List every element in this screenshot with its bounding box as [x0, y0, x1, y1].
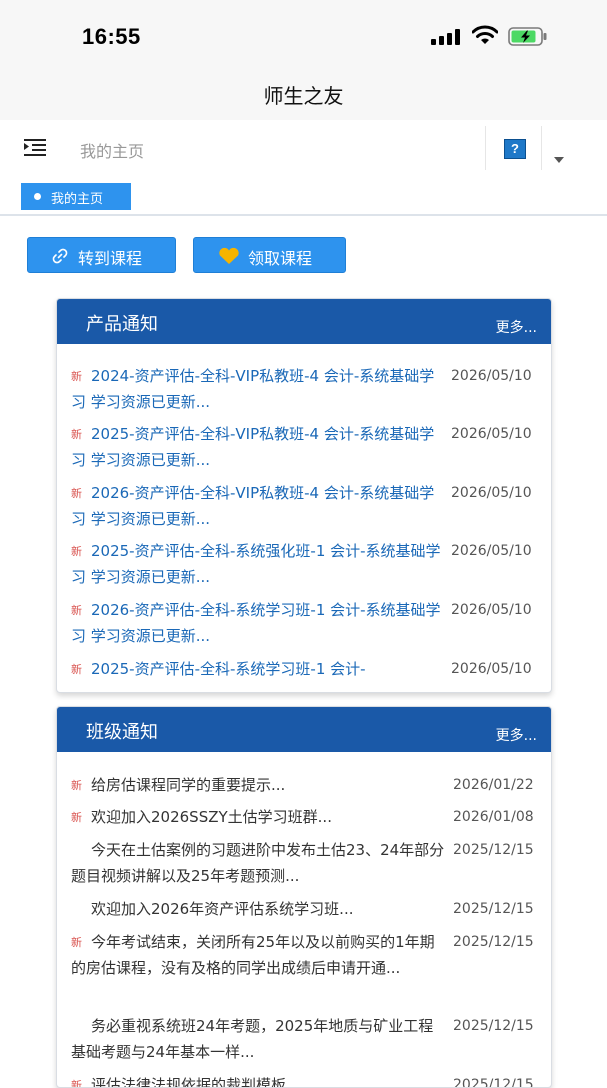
notice-item-date: 2026/05/10: [451, 426, 532, 442]
goto-course-button[interactable]: 转到课程: [27, 237, 176, 273]
notice-item-text[interactable]: 欢迎加入2026年资产评估系统学习班...: [71, 896, 445, 922]
new-badge: 新: [71, 370, 82, 383]
goto-course-label: 转到课程: [78, 249, 143, 268]
signal-icon: [431, 29, 463, 45]
tab-label: 我的主页: [51, 192, 104, 207]
notice-item-text[interactable]: 评估法律法规依据的裁判模板: [71, 1072, 445, 1087]
notice-item[interactable]: 新 2024-资产评估-全科-VIP私教班-4 会计-系统基础学习 学习资源已更…: [71, 363, 541, 415]
new-badge: 新: [71, 811, 82, 824]
new-badge: 新: [71, 663, 82, 676]
notice-item-text[interactable]: 2025-资产评估-全科-系统强化班-1 会计-系统基础学习 学习资源已更新..…: [71, 538, 445, 590]
class-notice-title: 班级通知: [86, 722, 158, 743]
notice-item-date: 2026/05/10: [451, 485, 532, 501]
notice-item-date: 2026/05/10: [451, 543, 532, 559]
link-icon: [52, 248, 68, 264]
menu-toggle-icon[interactable]: [24, 138, 46, 156]
new-badge: 新: [71, 428, 82, 441]
heart-icon: [219, 247, 239, 264]
new-badge: 新: [71, 779, 82, 792]
wifi-icon: [472, 25, 498, 44]
app-title-bar: 师生之友: [0, 72, 607, 120]
notice-item-text[interactable]: 2026-资产评估-全科-系统学习班-1 会计-系统基础学习 学习资源已更新..…: [71, 597, 445, 649]
notice-item-date: 2026/01/22: [453, 777, 534, 793]
notice-item-date: 2026/05/10: [451, 661, 532, 677]
get-course-button[interactable]: 领取课程: [193, 237, 346, 273]
nav-title: 我的主页: [80, 142, 145, 161]
notice-item-date: 2025/12/15: [453, 934, 534, 950]
tab-dot-icon: [34, 193, 41, 200]
notice-item-text[interactable]: 2025-资产评估-全科-VIP私教班-4 会计-系统基础学习 学习资源已更新.…: [71, 421, 445, 473]
notice-item-text[interactable]: 2024-资产评估-全科-VIP私教班-4 会计-系统基础学习 学习资源已更新.…: [71, 363, 445, 415]
new-badge: 新: [71, 604, 82, 617]
question-icon[interactable]: ?: [504, 139, 526, 159]
notice-item[interactable]: 新 2026-资产评估-全科-系统学习班-1 会计-系统基础学习 学习资源已更新…: [71, 597, 541, 649]
new-badge: 新: [71, 1079, 82, 1088]
top-nav: 我的主页 ?: [0, 120, 607, 177]
tab-bar: 我的主页: [0, 176, 607, 216]
new-badge: 新: [71, 487, 82, 500]
notice-item[interactable]: 欢迎加入2026年资产评估系统学习班... 2025/12/15: [71, 896, 541, 922]
notice-item[interactable]: 新 2025-资产评估-全科-系统学习班-1 会计- 2026/05/10: [71, 656, 541, 682]
notice-item-date: 2025/12/15: [453, 901, 534, 917]
notice-item-date: 2026/05/10: [451, 368, 532, 384]
notice-item-date: 2026/05/10: [451, 602, 532, 618]
notice-item[interactable]: 新 给房估课程同学的重要提示... 2026/01/22: [71, 772, 541, 798]
notice-item[interactable]: 务必重视系统班24年考题，2025年地质与矿业工程基础考题与24年基本一样...…: [71, 1013, 541, 1065]
notice-item[interactable]: 新 今年考试结束，关闭所有25年以及以前购买的1年期的房估课程，没有及格的同学出…: [71, 929, 541, 981]
notice-item-text[interactable]: 2025-资产评估-全科-系统学习班-1 会计-: [71, 656, 445, 682]
notice-item-date: 2025/12/15: [453, 1018, 534, 1034]
notice-item[interactable]: 新 评估法律法规依据的裁判模板 2025/12/15: [71, 1072, 541, 1088]
battery-icon: [508, 27, 547, 46]
notice-item-text[interactable]: 2026-资产评估-全科-VIP私教班-4 会计-系统基础学习 学习资源已更新.…: [71, 480, 445, 532]
product-notice-header: 产品通知 更多...: [57, 299, 551, 344]
help-button[interactable]: ?: [485, 126, 542, 170]
dropdown-caret-icon[interactable]: [554, 157, 564, 163]
class-notice-more-link[interactable]: 更多...: [496, 725, 537, 745]
notice-item[interactable]: 新 2026-资产评估-全科-VIP私教班-4 会计-系统基础学习 学习资源已更…: [71, 480, 541, 532]
status-bar: 16:55: [0, 0, 607, 72]
notice-item-text[interactable]: 今天在土估案例的习题进阶中发布土估23、24年部分题目视频讲解以及25年考题预测…: [71, 837, 445, 889]
app-title: 师生之友: [263, 84, 344, 108]
notice-item-text[interactable]: 给房估课程同学的重要提示...: [71, 772, 445, 798]
notice-item-date: 2025/12/15: [453, 1077, 534, 1088]
notice-item-date: 2026/01/08: [453, 809, 534, 825]
notice-item[interactable]: 新 欢迎加入2026SSZY土估学习班群... 2026/01/08: [71, 804, 541, 830]
notice-item-date: 2025/12/15: [453, 842, 534, 858]
get-course-label: 领取课程: [248, 249, 313, 268]
notice-item-text[interactable]: 务必重视系统班24年考题，2025年地质与矿业工程基础考题与24年基本一样...: [71, 1013, 445, 1065]
product-notice-title: 产品通知: [86, 314, 158, 335]
tab-home[interactable]: 我的主页: [21, 183, 131, 210]
new-badge: 新: [71, 936, 82, 949]
notice-item[interactable]: 今天在土估案例的习题进阶中发布土估23、24年部分题目视频讲解以及25年考题预测…: [71, 837, 541, 889]
status-time: 16:55: [82, 24, 141, 49]
class-notice-header: 班级通知 更多...: [57, 707, 551, 752]
notice-item-text[interactable]: 欢迎加入2026SSZY土估学习班群...: [71, 804, 445, 830]
notice-item[interactable]: 新 2025-资产评估-全科-VIP私教班-4 会计-系统基础学习 学习资源已更…: [71, 421, 541, 473]
class-notice-panel: 班级通知 更多... 新 给房估课程同学的重要提示... 2026/01/22 …: [56, 706, 552, 1088]
new-badge: 新: [71, 545, 82, 558]
product-notice-panel: 产品通知 更多... 新 2024-资产评估-全科-VIP私教班-4 会计-系统…: [56, 298, 552, 693]
notice-item[interactable]: 新 2025-资产评估-全科-系统强化班-1 会计-系统基础学习 学习资源已更新…: [71, 538, 541, 590]
product-notice-more-link[interactable]: 更多...: [496, 317, 537, 337]
notice-item-text[interactable]: 今年考试结束，关闭所有25年以及以前购买的1年期的房估课程，没有及格的同学出成绩…: [71, 929, 445, 981]
